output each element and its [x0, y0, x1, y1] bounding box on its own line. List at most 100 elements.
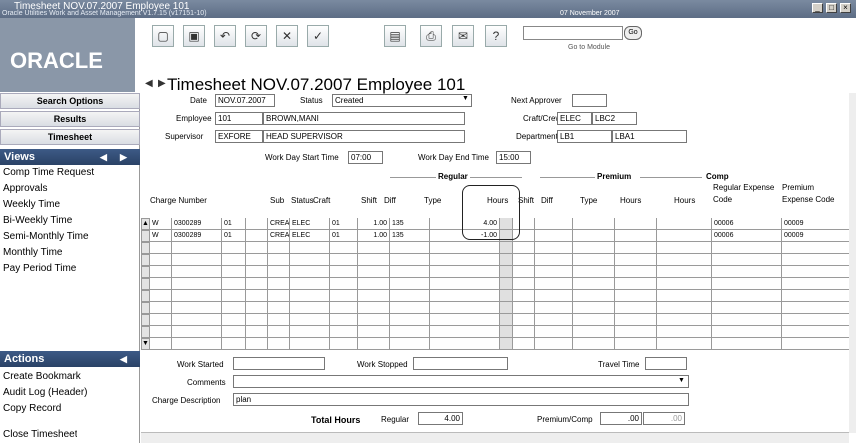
grid-cell[interactable] — [268, 242, 290, 254]
grid-cell[interactable]: W — [150, 218, 172, 230]
grid-cell[interactable] — [358, 266, 390, 278]
grid-cell[interactable] — [172, 338, 222, 350]
grid-cell[interactable]: 00006 — [712, 218, 782, 230]
grid-cell[interactable] — [430, 326, 500, 338]
grid-cell[interactable] — [573, 254, 615, 266]
grid-cell[interactable] — [172, 302, 222, 314]
grid-cell[interactable] — [655, 302, 712, 314]
charge-description-field[interactable]: plan — [233, 393, 689, 406]
grid-cell[interactable] — [430, 254, 500, 266]
grid-cell[interactable] — [615, 326, 657, 338]
spell-check-icon[interactable]: ✓ — [307, 25, 329, 47]
new-record-icon[interactable]: ▢ — [152, 25, 174, 47]
row-marker[interactable]: ▼ — [141, 338, 150, 350]
minimize-icon[interactable]: _ — [812, 3, 823, 13]
grid-cell[interactable]: 01 — [330, 230, 358, 242]
grid-cell[interactable] — [782, 242, 856, 254]
grid-cell[interactable]: 00009 — [782, 230, 856, 242]
grid-cell[interactable] — [500, 314, 513, 326]
grid-cell[interactable] — [222, 266, 246, 278]
grid-cell[interactable] — [712, 338, 782, 350]
grid-cell[interactable] — [535, 338, 573, 350]
grid-cell[interactable] — [782, 302, 856, 314]
search-options-button[interactable]: Search Options — [0, 93, 140, 109]
grid-cell[interactable] — [430, 302, 500, 314]
grid-cell[interactable] — [513, 254, 535, 266]
grid-cell[interactable] — [500, 254, 513, 266]
grid-cell[interactable] — [573, 338, 615, 350]
grid-cell[interactable] — [535, 314, 573, 326]
print-icon[interactable]: ⎙ — [420, 25, 442, 47]
grid-cell[interactable] — [222, 314, 246, 326]
grid-cell[interactable] — [268, 302, 290, 314]
grid-cell[interactable] — [615, 302, 657, 314]
grid-cell[interactable] — [615, 314, 657, 326]
view-monthly-time[interactable]: Monthly Time — [3, 247, 62, 258]
grid-cell[interactable] — [150, 338, 172, 350]
grid-cell[interactable] — [390, 266, 430, 278]
row-marker[interactable] — [141, 230, 150, 242]
grid-cell[interactable]: 00006 — [712, 230, 782, 242]
grid-cell[interactable] — [150, 266, 172, 278]
row-marker[interactable]: ▲ — [141, 218, 150, 230]
grid-cell[interactable] — [150, 302, 172, 314]
grid-cell[interactable] — [290, 290, 330, 302]
comments-field[interactable] — [233, 375, 689, 388]
views-next-icon[interactable]: ▶ — [120, 149, 127, 165]
grid-cell[interactable] — [150, 290, 172, 302]
grid-cell[interactable]: ELEC — [290, 230, 330, 242]
grid-cell[interactable] — [500, 266, 513, 278]
view-bi-weekly-time[interactable]: Bi-Weekly Time — [3, 215, 72, 226]
grid-cell[interactable] — [330, 254, 358, 266]
grid-cell[interactable] — [290, 314, 330, 326]
grid-cell[interactable] — [782, 290, 856, 302]
grid-cell[interactable]: 01 — [222, 218, 246, 230]
grid-cell[interactable] — [513, 266, 535, 278]
grid-cell[interactable] — [615, 266, 657, 278]
grid-cell[interactable] — [430, 266, 500, 278]
row-marker[interactable] — [141, 266, 150, 278]
grid-cell[interactable] — [330, 302, 358, 314]
grid-cell[interactable] — [615, 290, 657, 302]
grid-cell[interactable] — [782, 278, 856, 290]
grid-cell[interactable] — [535, 266, 573, 278]
grid-cell[interactable] — [268, 290, 290, 302]
grid-cell[interactable] — [330, 314, 358, 326]
grid-cell[interactable] — [500, 242, 513, 254]
row-marker[interactable] — [141, 314, 150, 326]
crew-field[interactable]: LBC2 — [592, 112, 637, 125]
maximize-icon[interactable]: □ — [826, 3, 837, 13]
grid-cell[interactable]: 135 — [390, 218, 430, 230]
view-semi-monthly-time[interactable]: Semi-Monthly Time — [3, 231, 89, 242]
craft-field[interactable]: ELEC — [557, 112, 592, 125]
grid-cell[interactable] — [500, 278, 513, 290]
grid-cell[interactable] — [535, 230, 573, 242]
mail-icon[interactable]: ✉ — [452, 25, 474, 47]
grid-cell[interactable]: 135 — [390, 230, 430, 242]
grid-cell[interactable] — [172, 326, 222, 338]
grid-cell[interactable] — [222, 278, 246, 290]
grid-cell[interactable] — [655, 326, 712, 338]
grid-cell[interactable]: 0300289 — [172, 230, 222, 242]
grid-cell[interactable] — [655, 266, 712, 278]
grid-cell[interactable] — [513, 326, 535, 338]
grid-cell[interactable] — [150, 314, 172, 326]
grid-cell[interactable] — [246, 338, 268, 350]
grid-cell[interactable] — [782, 338, 856, 350]
grid-cell[interactable] — [172, 290, 222, 302]
grid-cell[interactable] — [246, 302, 268, 314]
back-arrow-icon[interactable]: ◀ — [145, 78, 153, 89]
grid-cell[interactable] — [172, 242, 222, 254]
next-approver-field[interactable] — [572, 94, 607, 107]
go-button[interactable]: Go — [624, 26, 642, 40]
grid-cell[interactable] — [222, 326, 246, 338]
grid-cell[interactable] — [573, 314, 615, 326]
grid-cell[interactable] — [573, 242, 615, 254]
grid-cell[interactable] — [246, 218, 268, 230]
row-marker[interactable] — [141, 326, 150, 338]
grid-cell[interactable] — [655, 290, 712, 302]
grid-cell[interactable] — [712, 302, 782, 314]
grid-cell[interactable] — [500, 302, 513, 314]
row-marker[interactable] — [141, 302, 150, 314]
forward-arrow-icon[interactable]: ▶ — [158, 78, 166, 89]
